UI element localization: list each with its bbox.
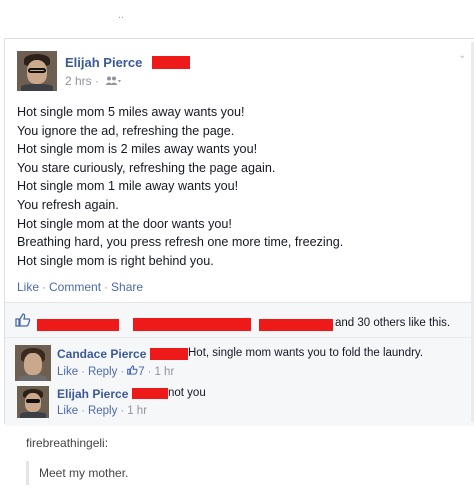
- thumbs-up-icon: [15, 313, 31, 327]
- comment-like-count[interactable]: 7: [138, 366, 144, 378]
- comments-section: Candace Pierce Hot, single mom wants you…: [5, 337, 474, 426]
- like-link[interactable]: Like: [17, 280, 39, 294]
- top-bar: ‥: [0, 0, 474, 36]
- commenter-name-link[interactable]: Elijah Pierce: [57, 387, 128, 401]
- commenter-avatar[interactable]: [17, 386, 49, 418]
- comment-text: not you: [168, 387, 206, 399]
- post-body: Hot single mom 5 miles away wants you! Y…: [17, 103, 457, 270]
- post-line: Hot single mom 5 miles away wants you!: [17, 105, 245, 119]
- comment-like-link[interactable]: Like: [57, 405, 78, 417]
- post-line: Hot single mom 1 mile away wants you!: [17, 179, 239, 194]
- post-timestamp[interactable]: 2 hrs: [65, 74, 92, 88]
- redaction-bar: [152, 56, 190, 69]
- post-line: Breathing hard, you press refresh one mo…: [17, 235, 344, 250]
- post-line: Hot single mom is right behind you.: [17, 253, 214, 268]
- comment-thumbs-up-icon[interactable]: [127, 365, 138, 378]
- comment-actions: Like · Reply · 1 hr: [57, 405, 148, 417]
- author-name-link[interactable]: Elijah Pierce: [65, 55, 142, 70]
- commenter-name-link[interactable]: Candace Pierce: [57, 347, 146, 361]
- commenter-avatar[interactable]: [15, 345, 51, 381]
- cropped-edge-marks: ‥: [118, 10, 141, 20]
- comment-reply-link[interactable]: Reply: [88, 366, 117, 378]
- share-link[interactable]: Share: [111, 280, 143, 294]
- post-line: You stare curiously, refreshing the page…: [17, 160, 276, 175]
- post-line: You ignore the ad, refreshing the page.: [17, 123, 235, 138]
- redaction-bar: [259, 319, 333, 331]
- likes-count-text[interactable]: and 30 others like this.: [335, 317, 450, 329]
- comment-link[interactable]: Comment: [49, 280, 101, 294]
- post-actions: Like · Comment · Share: [17, 280, 144, 294]
- likes-summary: and 30 others like this.: [5, 302, 474, 337]
- post-line: Hot single mom at the door wants you!: [17, 216, 232, 231]
- redaction-bar: [150, 348, 188, 360]
- comment-actions: Like · Reply · 7 · 1 hr: [57, 365, 175, 378]
- author-avatar[interactable]: [17, 51, 57, 91]
- chevron-down-icon[interactable]: ⌄: [458, 50, 466, 61]
- redaction-bar: [37, 319, 119, 331]
- facebook-post-card: Elijah Pierce 2 hrs · Hot single mom 5 m…: [4, 38, 474, 426]
- tumblr-username[interactable]: firebreathingeli:: [26, 436, 108, 450]
- comment-reply-link[interactable]: Reply: [88, 405, 117, 417]
- post-line: Hot single mom is 2 miles away wants you…: [17, 142, 258, 157]
- comment-text: Hot, single mom wants you to fold the la…: [188, 347, 424, 359]
- comment-timestamp[interactable]: 1 hr: [127, 405, 147, 417]
- redaction-bar: [133, 318, 251, 331]
- friends-audience-icon[interactable]: [105, 76, 122, 88]
- post-meta: 2 hrs ·: [65, 74, 122, 88]
- redaction-bar: [132, 388, 168, 399]
- tumblr-reblog-quote: Meet my mother.: [26, 461, 128, 485]
- comment-like-link[interactable]: Like: [57, 366, 78, 378]
- comment-timestamp[interactable]: 1 hr: [154, 366, 174, 378]
- post-line: You refresh again.: [17, 197, 119, 212]
